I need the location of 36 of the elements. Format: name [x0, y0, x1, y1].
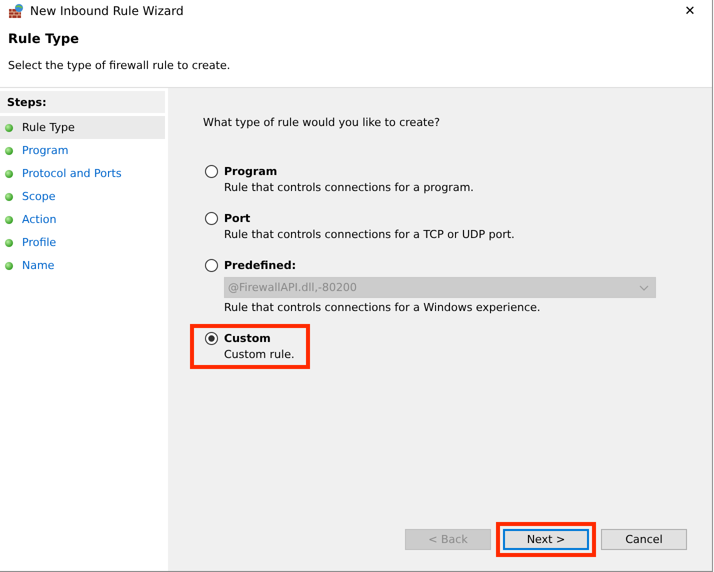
status-dot-icon [5, 192, 13, 200]
chevron-down-icon [639, 284, 649, 290]
option-description: Rule that controls connections for a TCP or UDP port. [224, 228, 515, 241]
option-description: Rule that controls connections for a Windows experience. [224, 301, 542, 314]
option-label[interactable]: Custom [224, 332, 271, 345]
radio-button[interactable] [205, 259, 218, 272]
page-title: Rule Type [8, 32, 80, 47]
radio-button[interactable] [205, 165, 218, 178]
step-item[interactable]: Program [0, 139, 165, 162]
status-dot-icon [5, 146, 13, 154]
radio-button[interactable] [205, 332, 218, 345]
step-item[interactable]: Protocol and Ports [0, 162, 165, 185]
close-button[interactable]: ✕ [668, 0, 712, 22]
option-label[interactable]: Program [224, 165, 278, 178]
wizard-button[interactable]: Cancel [601, 529, 687, 550]
wizard-button[interactable]: Next > [503, 529, 589, 550]
step-item[interactable]: Name [0, 254, 165, 277]
step-item[interactable]: Rule Type [0, 116, 165, 139]
window-title: New Inbound Rule Wizard [30, 4, 185, 18]
steps-heading: Steps: [0, 91, 165, 113]
status-dot-icon [5, 170, 13, 178]
radio-button[interactable] [205, 212, 218, 225]
status-dot-icon [5, 124, 13, 132]
status-dot-icon [5, 238, 13, 246]
step-item[interactable]: Profile [0, 231, 165, 254]
option-description: Custom rule. [224, 348, 294, 361]
step-item[interactable]: Scope [0, 185, 165, 208]
option-description: Rule that controls connections for a program. [224, 181, 474, 194]
option-label[interactable]: Port [224, 212, 250, 225]
question-text: What type of rule would you like to create? [203, 116, 441, 129]
option-label[interactable]: Predefined: [224, 259, 296, 272]
firewall-icon [8, 3, 24, 19]
status-dot-icon [5, 216, 13, 224]
step-item[interactable]: Action [0, 208, 165, 231]
status-dot-icon [5, 262, 13, 270]
page-subtitle: Select the type of firewall rule to create. [8, 59, 232, 72]
